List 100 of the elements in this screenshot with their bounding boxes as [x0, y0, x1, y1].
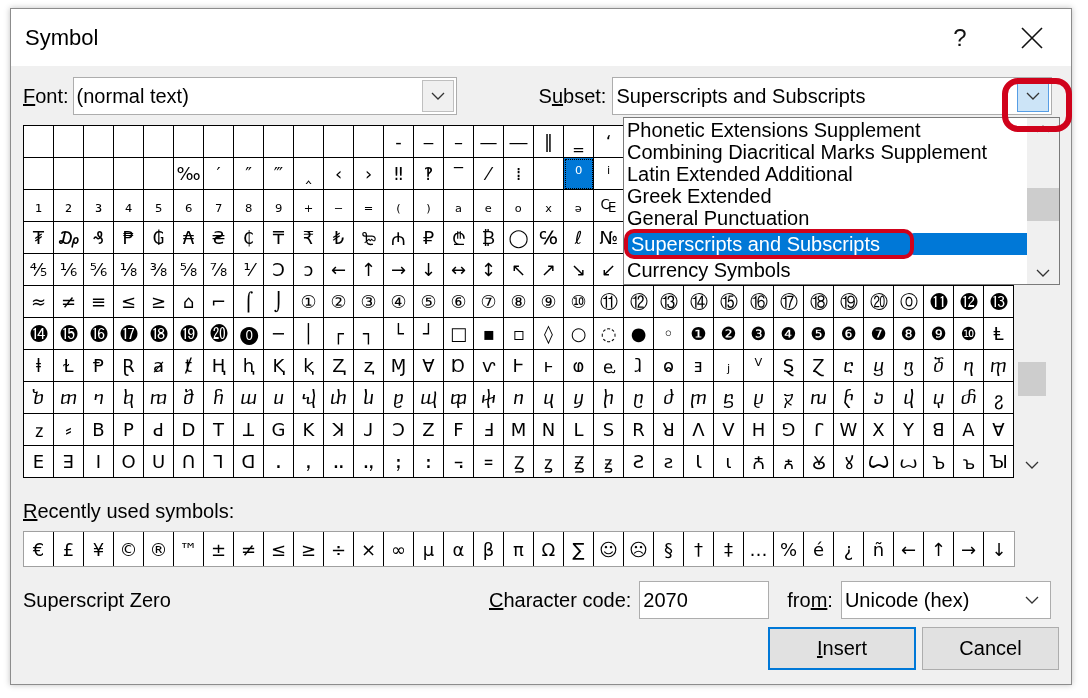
symbol-cell[interactable]: ④: [384, 286, 414, 318]
symbol-cell[interactable]: Ɐ: [414, 350, 444, 382]
symbol-cell[interactable]: ↕: [474, 254, 504, 286]
symbol-cell[interactable]: ⴢ: [864, 382, 894, 414]
symbol-cell[interactable]: ⱦ: [174, 350, 204, 382]
symbol-cell[interactable]: ₎: [414, 190, 444, 222]
empty-cell[interactable]: [84, 158, 114, 190]
symbol-cell[interactable]: Ɽ: [114, 350, 144, 382]
empty-cell[interactable]: [264, 126, 294, 158]
symbol-cell[interactable]: ₅: [144, 190, 174, 222]
symbol-cell[interactable]: ₮: [24, 222, 54, 254]
symbol-cell[interactable]: ⱨ: [234, 350, 264, 382]
symbol-cell[interactable]: ⴒ: [384, 382, 414, 414]
symbol-cell[interactable]: ⴙ: [594, 382, 624, 414]
symbol-cell[interactable]: –: [444, 126, 474, 158]
symbol-cell[interactable]: ⴤ: [924, 382, 954, 414]
list-item[interactable]: Currency Symbols: [624, 259, 1027, 281]
symbol-cell[interactable]: ꓵ: [174, 446, 204, 478]
symbol-cell[interactable]: ⓳: [174, 318, 204, 350]
symbol-cell[interactable]: ₓ: [534, 190, 564, 222]
empty-cell[interactable]: [84, 126, 114, 158]
symbol-cell[interactable]: ⑥: [444, 286, 474, 318]
symbol-cell[interactable]: ₑ: [474, 190, 504, 222]
symbol-cell[interactable]: →: [384, 254, 414, 286]
symbol-cell[interactable]: ₉: [264, 190, 294, 222]
empty-cell[interactable]: [294, 126, 324, 158]
symbol-cell[interactable]: ꓭ: [924, 414, 954, 446]
symbol-cell[interactable]: ꙍ: [894, 446, 924, 478]
symbol-cell[interactable]: ⌐: [204, 286, 234, 318]
symbol-cell[interactable]: ◊: [534, 318, 564, 350]
empty-cell[interactable]: [354, 126, 384, 158]
symbol-cell[interactable]: ₍: [384, 190, 414, 222]
symbol-cell[interactable]: ▫: [504, 318, 534, 350]
symbol-cell[interactable]: ⴌ: [204, 382, 234, 414]
symbol-cell[interactable]: ₃: [84, 190, 114, 222]
symbol-cell[interactable]: ⓰: [84, 318, 114, 350]
list-item[interactable]: Combining Diacritical Marks Supplement: [624, 141, 1027, 163]
empty-cell[interactable]: [174, 126, 204, 158]
symbol-cell[interactable]: ❹: [774, 318, 804, 350]
symbol-cell[interactable]: ꓖ: [264, 414, 294, 446]
symbol-cell[interactable]: Ꙋ: [804, 446, 834, 478]
symbol-cell[interactable]: ꓽ: [414, 446, 444, 478]
symbol-cell[interactable]: ₸: [264, 222, 294, 254]
symbol-cell[interactable]: Ⱪ: [264, 350, 294, 382]
symbol-cell[interactable]: ꓮ: [954, 414, 984, 446]
symbol-cell[interactable]: ⱽ: [744, 350, 774, 382]
symbol-cell[interactable]: ℓ: [564, 222, 594, 254]
symbol-cell[interactable]: ꓞ: [474, 414, 504, 446]
symbol-cell[interactable]: ≤: [114, 286, 144, 318]
symbol-cell[interactable]: ②: [324, 286, 354, 318]
symbol-cell[interactable]: Ɀ: [804, 350, 834, 382]
symbol-cell[interactable]: ″: [234, 158, 264, 190]
symbol-cell[interactable]: ꓧ: [744, 414, 774, 446]
symbol-cell[interactable]: ⴑ: [354, 382, 384, 414]
symbol-cell[interactable]: ‐: [384, 126, 414, 158]
symbol-cell[interactable]: ⑪: [594, 286, 624, 318]
symbol-cell[interactable]: ⴧ: [984, 382, 1014, 414]
symbol-cell[interactable]: ⴉ: [114, 382, 144, 414]
symbol-cell[interactable]: ⴘ: [564, 382, 594, 414]
symbol-cell[interactable]: Ȿ: [774, 350, 804, 382]
symbol-cell[interactable]: ⑩: [564, 286, 594, 318]
symbol-cell[interactable]: ‽: [414, 158, 444, 190]
symbol-cell[interactable]: ⅟: [234, 254, 264, 286]
symbol-cell[interactable]: Ɫ: [54, 350, 84, 382]
symbol-cell[interactable]: ꓾: [444, 446, 474, 478]
symbol-cell[interactable]: Ⱨ: [204, 350, 234, 382]
symbol-cell[interactable]: ‰: [174, 158, 204, 190]
empty-cell[interactable]: [54, 158, 84, 190]
symbol-cell[interactable]: ⴜ: [684, 382, 714, 414]
symbol-cell[interactable]: ❸: [744, 318, 774, 350]
symbol-cell[interactable]: ⑨: [534, 286, 564, 318]
symbol-cell[interactable]: Ɒ: [444, 350, 474, 382]
symbol-cell[interactable]: ₴: [204, 222, 234, 254]
symbol-cell[interactable]: ⓬: [954, 286, 984, 318]
symbol-cell[interactable]: Ⱬ: [324, 350, 354, 382]
symbol-cell[interactable]: ≠: [54, 286, 84, 318]
symbol-cell[interactable]: ⁰: [564, 158, 594, 190]
symbol-cell[interactable]: ↑: [354, 254, 384, 286]
symbol-cell[interactable]: ⴟ: [774, 382, 804, 414]
symbol-cell[interactable]: Ꙏ: [924, 446, 954, 478]
symbol-cell[interactable]: ⴊ: [144, 382, 174, 414]
symbol-cell[interactable]: ⓫: [924, 286, 954, 318]
symbol-cell[interactable]: ‸: [294, 158, 324, 190]
symbol-cell[interactable]: ‾: [444, 158, 474, 190]
symbol-cell[interactable]: ‖: [534, 126, 564, 158]
symbol-cell[interactable]: ꓪ: [834, 414, 864, 446]
symbol-cell[interactable]: ꓡ: [564, 414, 594, 446]
symbol-cell[interactable]: ⴔ: [444, 382, 474, 414]
symbol-cell[interactable]: ꓔ: [204, 414, 234, 446]
symbol-cell[interactable]: ꓣ: [624, 414, 654, 446]
symbol-cell[interactable]: ≈: [24, 286, 54, 318]
symbol-cell[interactable]: ꓗ: [294, 414, 324, 446]
empty-cell[interactable]: [54, 126, 84, 158]
symbol-cell[interactable]: ⴣ: [894, 382, 924, 414]
symbol-cell[interactable]: ꓱ: [54, 446, 84, 478]
symbol-cell[interactable]: ⓱: [114, 318, 144, 350]
symbol-cell[interactable]: ⴈ: [84, 382, 114, 414]
symbol-cell[interactable]: ⴓ: [414, 382, 444, 414]
symbol-cell[interactable]: ꓼ: [384, 446, 414, 478]
symbol-cell[interactable]: ⅘: [24, 254, 54, 286]
